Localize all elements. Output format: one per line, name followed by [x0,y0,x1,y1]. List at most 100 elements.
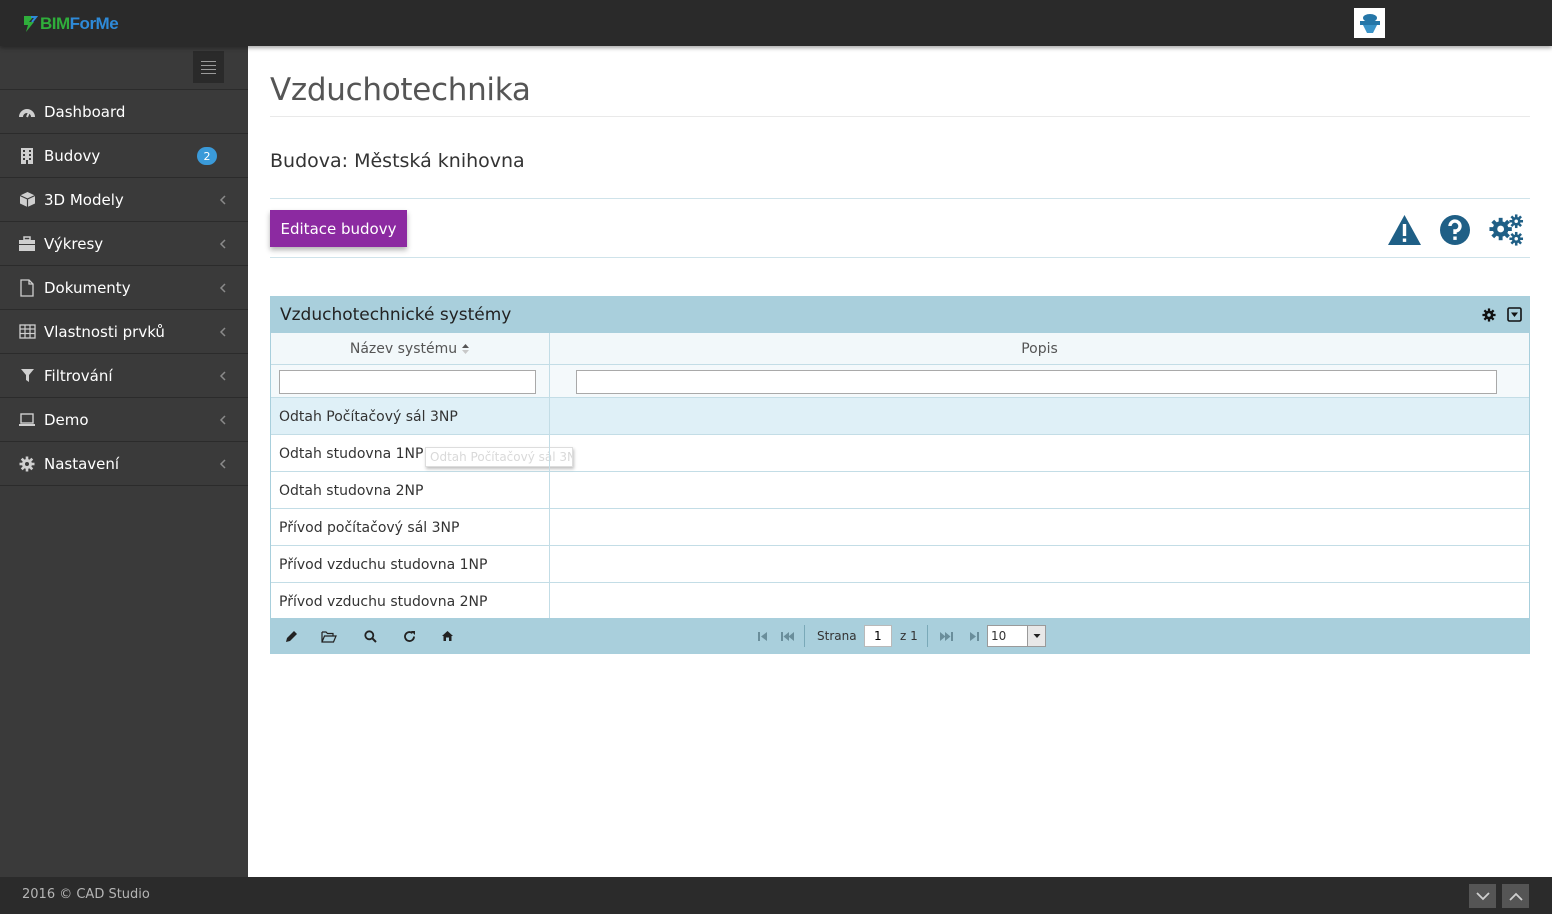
systems-grid: Vzduchotechnické systémy Název systému P… [270,296,1530,654]
sidebar-item-label: Nastavení [44,454,120,473]
sidebar-item-label: Výkresy [44,234,104,253]
column-divider [549,333,550,619]
filter-icon [18,367,36,385]
cube-icon [18,191,36,209]
user-avatar[interactable] [1354,8,1385,38]
first-page-icon[interactable] [753,627,771,645]
chevron-down-icon [1475,891,1490,900]
logo-text-bim: BIM [40,14,70,33]
sidebar-toggle-button[interactable] [193,51,224,83]
hamburger-line [201,60,216,62]
grid-pager: Strana z 1 10 [271,618,1529,653]
sidebar-item-label: Demo [44,410,89,429]
page-number-input[interactable] [864,625,892,647]
next-page-icon[interactable] [937,627,955,645]
footer: 2016 © CAD Studio [0,877,1552,914]
row-tooltip: Odtah Počítačový sál 3NP [425,447,573,467]
page-title: Vzduchotechnika [270,72,531,108]
sidebar-item-demo[interactable]: Demo [0,398,248,442]
cell-name: Přívod vzduchu studovna 2NP [279,593,488,610]
chevron-left-icon [219,239,226,249]
scroll-down-button[interactable] [1469,884,1496,908]
chevron-left-icon [219,371,226,381]
table-row[interactable]: Přívod vzduchu studovna 2NP [271,583,1529,620]
hamburger-line [201,64,216,66]
rows-per-page-value: 10 [991,629,1007,643]
sidebar-toggle-row [0,46,248,90]
top-bar: BIM ForMe [0,0,1552,46]
hamburger-line [201,68,216,70]
previous-page-icon[interactable] [778,627,796,645]
home-icon[interactable] [438,627,456,645]
sidebar-item-vlastnosti-prvku[interactable]: Vlastnosti prvků [0,310,248,354]
filter-description-input[interactable] [576,370,1497,394]
sidebar-item-nastaveni[interactable]: Nastavení [0,442,248,486]
table-row[interactable]: Přívod počítačový sál 3NP [271,509,1529,546]
sidebar-item-filtrovani[interactable]: Filtrování [0,354,248,398]
last-page-icon[interactable] [965,627,983,645]
table-row[interactable]: Odtah Počítačový sál 3NP [271,398,1529,435]
sidebar-item-dokumenty[interactable]: Dokumenty [0,266,248,310]
sidebar-item-label: Vlastnosti prvků [44,322,165,341]
sidebar-item-3d-modely[interactable]: 3D Modely [0,178,248,222]
warning-icon[interactable] [1386,212,1422,248]
sidebar-item-vykresy[interactable]: Výkresy [0,222,248,266]
sidebar-item-label: Dashboard [44,102,126,121]
logo-text-forme: ForMe [69,14,119,33]
edit-pencil-icon[interactable] [282,627,300,645]
sidebar-item-label: Dokumenty [44,278,131,297]
divider [270,257,1530,258]
buildings-count-badge: 2 [197,147,217,165]
table-row[interactable]: Odtah studovna 2NP [271,472,1529,509]
table-icon [18,323,36,341]
column-header-label: Název systému [349,341,458,357]
sidebar: Dashboard Budovy 2 3D Modely Výkresy Dok… [0,46,248,877]
chevron-down-icon [1027,626,1045,646]
cell-name: Odtah studovna 1NP [279,445,424,462]
table-row[interactable]: Přívod vzduchu studovna 1NP [271,546,1529,583]
chevron-up-icon [1508,892,1523,901]
gear-icon [18,455,36,473]
table-row[interactable]: Odtah studovna 1NP Odtah Počítačový sál … [271,435,1529,472]
chevron-left-icon [219,283,226,293]
settings-gears-icon[interactable] [1488,212,1524,248]
grid-settings-icon[interactable] [1480,306,1497,323]
grid-title: Vzduchotechnické systémy [280,305,512,325]
cell-name: Odtah Počítačový sál 3NP [279,408,458,425]
cell-name: Přívod počítačový sál 3NP [279,519,460,536]
edit-building-button[interactable]: Editace budovy [270,210,407,247]
column-header-name[interactable]: Název systému [271,333,549,365]
chevron-left-icon [219,415,226,425]
column-header-label: Popis [1021,341,1058,357]
sidebar-item-dashboard[interactable]: Dashboard [0,90,248,134]
grid-collapse-icon[interactable] [1506,306,1523,323]
sidebar-item-budovy[interactable]: Budovy 2 [0,134,248,178]
refresh-icon[interactable] [400,627,418,645]
search-icon[interactable] [361,627,379,645]
page-label: Strana [817,629,857,643]
chevron-left-icon [219,327,226,337]
grid-header: Název systému Popis [271,333,1529,365]
document-icon [18,278,36,297]
help-icon[interactable] [1437,212,1473,248]
copyright-text: 2016 © CAD Studio [22,887,150,902]
pager-divider [804,625,805,647]
dashboard-icon [18,103,36,121]
folder-open-icon[interactable] [320,627,338,645]
scroll-up-button[interactable] [1502,884,1529,908]
grid-caption: Vzduchotechnické systémy [271,297,1529,333]
cell-name: Přívod vzduchu studovna 1NP [279,556,488,573]
page-count-label: z 1 [900,629,918,643]
hamburger-line [201,72,216,74]
sidebar-item-label: Budovy [44,146,101,165]
pager-divider [927,625,928,647]
cell-name: Odtah studovna 2NP [279,482,424,499]
column-header-description[interactable]: Popis [550,333,1529,365]
building-icon [18,147,36,165]
filter-name-input[interactable] [279,370,536,394]
sidebar-item-label: Filtrování [44,366,113,385]
app-logo[interactable]: BIM ForMe [22,13,119,35]
rows-per-page-select[interactable]: 10 [987,625,1046,647]
user-avatar-icon [1359,14,1380,33]
building-label: Budova: Městská knihovna [270,150,525,172]
